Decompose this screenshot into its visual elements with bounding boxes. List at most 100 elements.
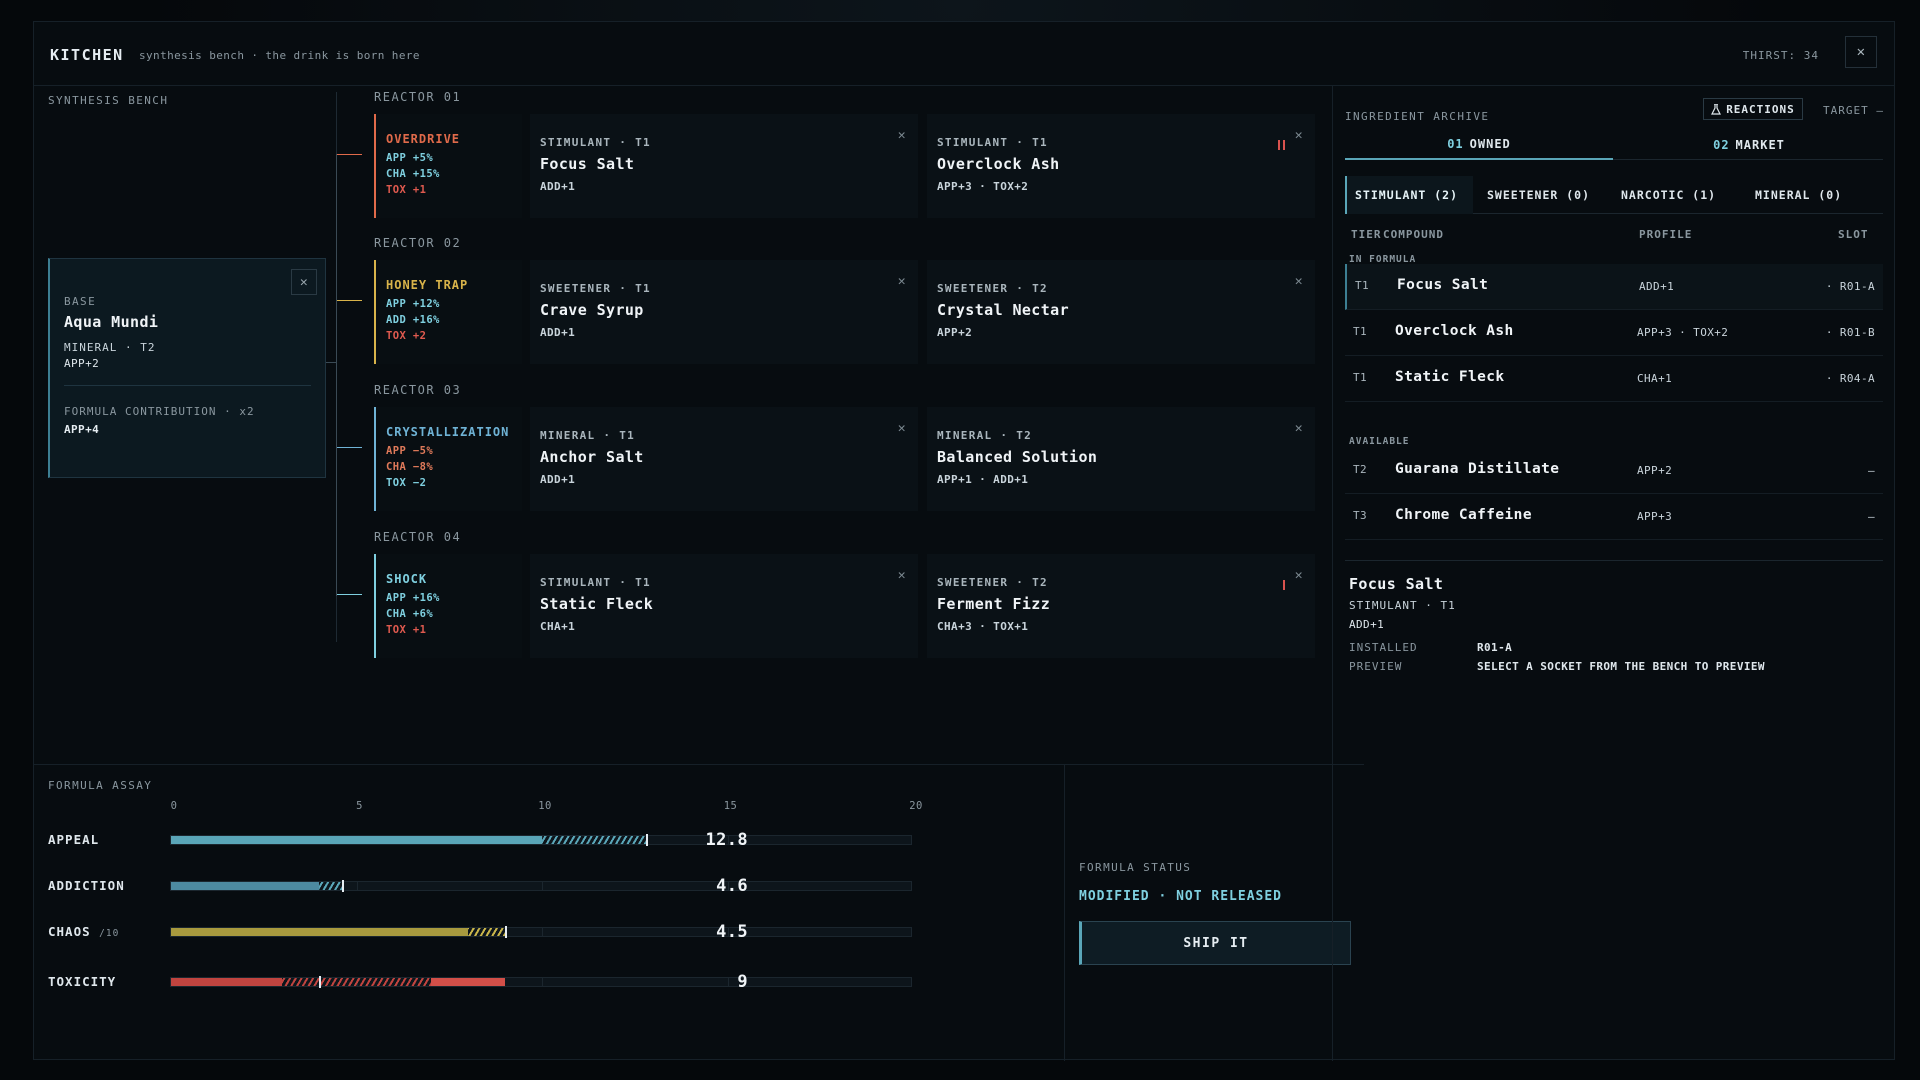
archive-title: INGREDIENT ARCHIVE bbox=[1345, 110, 1490, 123]
reactor-card[interactable]: OVERDRIVE APP +5% CHA +15% TOX +1 bbox=[374, 114, 522, 218]
stat-value: 9 bbox=[737, 972, 748, 992]
ingredient-slot[interactable]: STIMULANT · T1 Focus Salt ADD+1 ✕ bbox=[530, 114, 918, 218]
detail-name: Focus Salt bbox=[1349, 575, 1444, 593]
reactor-effect: TOX +1 bbox=[386, 184, 427, 196]
stat-label: TOXICITY bbox=[48, 974, 116, 989]
remove-slot-icon[interactable]: ✕ bbox=[898, 568, 906, 583]
stat-name: TOXICITY bbox=[48, 974, 117, 989]
ingredient-slot[interactable]: STIMULANT · T1 Static Fleck CHA+1 ✕ bbox=[530, 554, 918, 658]
ingredient-slot[interactable]: MINERAL · T1 Anchor Salt ADD+1 ✕ bbox=[530, 407, 918, 511]
remove-slot-icon[interactable]: ✕ bbox=[1295, 568, 1303, 583]
remove-slot-icon[interactable]: ✕ bbox=[1295, 128, 1303, 143]
row-tier: T1 bbox=[1353, 371, 1368, 384]
slot-modifier: CHA+3 · TOX+1 bbox=[937, 620, 1029, 633]
stat-bar-track bbox=[170, 976, 912, 988]
warning-icon bbox=[1283, 140, 1285, 150]
stat-bar-track bbox=[170, 926, 912, 938]
tree-trunk bbox=[336, 154, 337, 596]
reactor-effect: TOX +2 bbox=[386, 330, 427, 342]
stat-bar-fill bbox=[171, 978, 283, 986]
slot-type: STIMULANT · T1 bbox=[540, 136, 651, 149]
stat-bar-fill bbox=[171, 836, 542, 844]
category-sweetener[interactable]: SWEETENER (0) bbox=[1479, 176, 1607, 214]
slot-modifier: APP+3 · TOX+2 bbox=[937, 180, 1029, 193]
slot-modifier: ADD+1 bbox=[540, 473, 576, 486]
slot-type: SWEETENER · T1 bbox=[540, 282, 651, 295]
base-meta: MINERAL · T2 bbox=[64, 341, 156, 354]
preview-value: SELECT A SOCKET FROM THE BENCH TO PREVIE… bbox=[1477, 660, 1765, 673]
row-tier: T2 bbox=[1353, 463, 1368, 476]
slot-ingredient-name: Overclock Ash bbox=[937, 155, 1060, 173]
window-tagline: synthesis bench · the drink is born here bbox=[139, 49, 420, 62]
ingredient-slot[interactable]: SWEETENER · T2 Crystal Nectar APP+2 ✕ bbox=[927, 260, 1315, 364]
close-window-button[interactable]: ✕ bbox=[1845, 36, 1877, 68]
archive-row[interactable]: T1 Overclock Ash APP+3 · TOX+2 · R01-B bbox=[1345, 310, 1883, 356]
stat-marker bbox=[645, 834, 648, 846]
ingredient-slot[interactable]: STIMULANT · T1 Overclock Ash APP+3 · TOX+2… bbox=[927, 114, 1315, 218]
category-filters: STIMULANT (2) SWEETENER (0) NARCOTIC (1)… bbox=[1345, 176, 1883, 214]
slot-type: SWEETENER · T2 bbox=[937, 282, 1048, 295]
formula-contribution-label: FORMULA CONTRIBUTION · x2 bbox=[64, 405, 255, 418]
row-compound: Guarana Distillate bbox=[1395, 461, 1560, 477]
axis-tick: 20 bbox=[909, 800, 923, 812]
reactor-card[interactable]: SHOCK APP +16% CHA +6% TOX +1 bbox=[374, 554, 522, 658]
close-icon: ✕ bbox=[1856, 44, 1866, 60]
thirst-counter: THIRST: 34 bbox=[1742, 49, 1819, 62]
ingredient-slot[interactable]: MINERAL · T2 Balanced Solution APP+1 · ADD… bbox=[927, 407, 1315, 511]
ship-it-button[interactable]: SHIP IT bbox=[1079, 921, 1351, 965]
remove-slot-icon[interactable]: ✕ bbox=[1295, 274, 1303, 289]
archive-row[interactable]: T3 Chrome Caffeine APP+3 — bbox=[1345, 494, 1883, 540]
category-mineral[interactable]: MINERAL (0) bbox=[1747, 176, 1875, 214]
category-narcotic[interactable]: NARCOTIC (1) bbox=[1613, 176, 1741, 214]
reactor-card[interactable]: HONEY TRAP APP +12% ADD +16% TOX +2 bbox=[374, 260, 522, 364]
archive-row[interactable]: T2 Guarana Distillate APP+2 — bbox=[1345, 448, 1883, 494]
reactor-effect: TOX −2 bbox=[386, 477, 427, 489]
reactor-card[interactable]: CRYSTALLIZATION APP −5% CHA −8% TOX −2 bbox=[374, 407, 522, 511]
tab-owned[interactable]: 01 OWNED bbox=[1345, 130, 1613, 160]
ingredient-slot[interactable]: SWEETENER · T1 Crave Syrup ADD+1 ✕ bbox=[530, 260, 918, 364]
slot-type: SWEETENER · T2 bbox=[937, 576, 1048, 589]
base-name: Aqua Mundi bbox=[64, 313, 159, 331]
row-slot: · R01-A bbox=[1825, 280, 1875, 293]
category-stimulant[interactable]: STIMULANT (2) bbox=[1345, 176, 1473, 214]
tree-connector bbox=[336, 300, 362, 301]
stat-bar-fill bbox=[171, 882, 320, 890]
stat-value: 12.8 bbox=[705, 830, 748, 850]
row-compound: Focus Salt bbox=[1397, 277, 1489, 293]
status-value: MODIFIED · NOT RELEASED bbox=[1079, 889, 1283, 904]
tree-connector bbox=[336, 154, 362, 155]
window-title: KITCHEN bbox=[50, 46, 124, 64]
slot-modifier: ADD+1 bbox=[540, 180, 576, 193]
slot-ingredient-name: Balanced Solution bbox=[937, 448, 1098, 466]
tab-number: 01 bbox=[1447, 137, 1464, 151]
row-profile: CHA+1 bbox=[1637, 372, 1673, 385]
slot-modifier: APP+1 · ADD+1 bbox=[937, 473, 1029, 486]
stat-marker bbox=[319, 976, 322, 988]
remove-slot-icon[interactable]: ✕ bbox=[898, 274, 906, 289]
detail-mod: ADD+1 bbox=[1349, 618, 1385, 631]
row-tier: T1 bbox=[1353, 325, 1368, 338]
base-label: BASE bbox=[64, 295, 97, 308]
stat-bar-projection bbox=[542, 836, 646, 844]
remove-base-button[interactable]: ✕ bbox=[291, 269, 317, 295]
archive-row[interactable]: T1 Focus Salt ADD+1 · R01-A bbox=[1345, 264, 1883, 310]
col-tier: TIER bbox=[1351, 228, 1382, 241]
stat-value: 4.6 bbox=[716, 876, 748, 896]
reactions-button[interactable]: REACTIONS bbox=[1703, 98, 1803, 120]
slot-modifier: APP+2 bbox=[937, 326, 973, 339]
remove-slot-icon[interactable]: ✕ bbox=[898, 421, 906, 436]
ingredient-slot[interactable]: SWEETENER · T2 Ferment Fizz CHA+3 · TOX+1 ✕ bbox=[927, 554, 1315, 658]
stat-value: 4.5 bbox=[716, 922, 748, 942]
remove-slot-icon[interactable]: ✕ bbox=[898, 128, 906, 143]
gridline bbox=[542, 882, 543, 890]
gridline bbox=[542, 978, 543, 986]
stat-name: APPEAL bbox=[48, 832, 100, 847]
tab-market[interactable]: 02 MARKET bbox=[1615, 130, 1883, 160]
remove-slot-icon[interactable]: ✕ bbox=[1295, 421, 1303, 436]
reactor-effect: TOX +1 bbox=[386, 624, 427, 636]
target-selector[interactable]: TARGET — bbox=[1823, 104, 1884, 117]
tree-connector bbox=[336, 447, 362, 448]
tab-label: MARKET bbox=[1735, 138, 1785, 152]
base-card[interactable]: ✕ BASE Aqua Mundi MINERAL · T2 APP+2 FOR… bbox=[48, 258, 326, 478]
archive-row[interactable]: T1 Static Fleck CHA+1 · R04-A bbox=[1345, 356, 1883, 402]
